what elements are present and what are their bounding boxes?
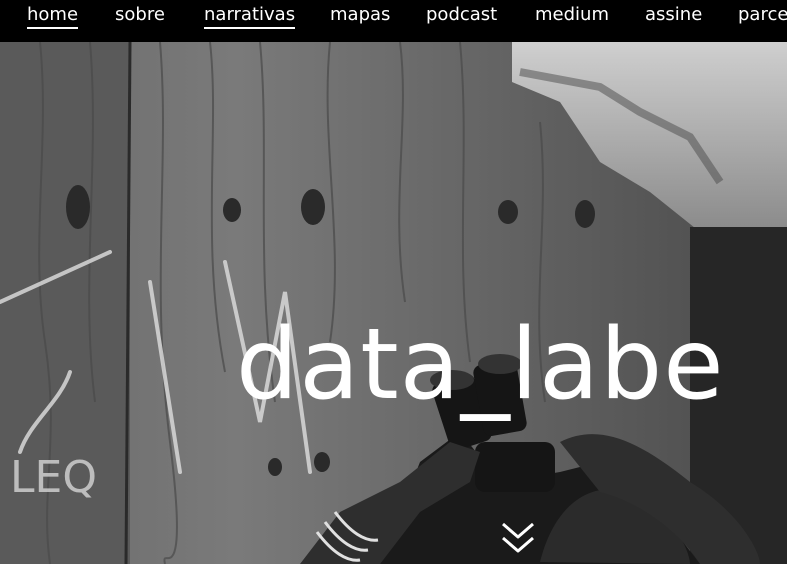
nav-item-medium[interactable]: medium bbox=[535, 4, 609, 26]
logo-text: data_labe bbox=[236, 308, 725, 422]
nav-item-home[interactable]: home bbox=[27, 4, 79, 29]
nav-item-mapas[interactable]: mapas bbox=[330, 4, 390, 26]
hero-photo: LEQ bbox=[0, 42, 787, 564]
nav-item-parce[interactable]: parce bbox=[738, 4, 787, 26]
nav-item-podcast[interactable]: podcast bbox=[426, 4, 497, 26]
nav-item-narrativas[interactable]: narrativas bbox=[204, 4, 296, 29]
svg-text:LEQ: LEQ bbox=[10, 452, 97, 503]
nav-item-assine[interactable]: assine bbox=[645, 4, 702, 26]
top-navigation: home sobre narrativas mapas podcast medi… bbox=[0, 0, 787, 42]
nav-item-sobre[interactable]: sobre bbox=[115, 4, 165, 26]
hero-banner: LEQ data_labe bbox=[0, 42, 787, 564]
double-chevron-down-icon[interactable] bbox=[499, 520, 537, 556]
